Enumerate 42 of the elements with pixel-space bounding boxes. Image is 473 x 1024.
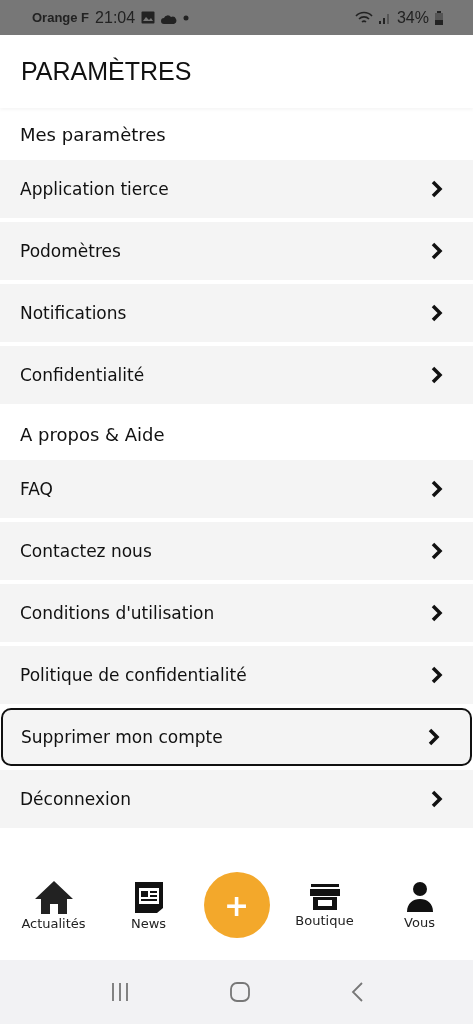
back-icon[interactable] bbox=[350, 982, 363, 1002]
section-title: Mes paramètres bbox=[19, 122, 167, 147]
chevron-right-icon bbox=[431, 790, 443, 808]
chevron-right-icon bbox=[431, 604, 443, 622]
settings-item[interactable]: Contactez nous bbox=[0, 522, 473, 580]
user-icon bbox=[405, 880, 434, 913]
clock-time: 21:04 bbox=[95, 8, 136, 27]
settings-item[interactable]: Notifications bbox=[0, 284, 473, 342]
newspaper-icon bbox=[132, 879, 165, 914]
settings-item[interactable]: Supprimer mon compte bbox=[1, 708, 472, 766]
chevron-right-icon bbox=[431, 242, 443, 260]
chevron-right-icon bbox=[428, 728, 440, 746]
chevron-right-icon bbox=[431, 304, 443, 322]
settings-item[interactable]: FAQ bbox=[0, 460, 473, 518]
image-icon bbox=[141, 11, 156, 24]
section-title: A propos & Aide bbox=[19, 422, 166, 447]
recent-apps-icon[interactable] bbox=[110, 982, 131, 1002]
settings-item[interactable]: Podomètres bbox=[0, 222, 473, 280]
shop-icon bbox=[308, 882, 341, 911]
home-icon bbox=[33, 879, 74, 914]
carrier-name: Orange F bbox=[32, 10, 90, 25]
signal-icon bbox=[378, 11, 391, 24]
battery-percentage: 34% bbox=[396, 8, 429, 27]
chevron-right-icon bbox=[431, 366, 443, 384]
page-title: PARAMÈTRES bbox=[21, 57, 192, 86]
battery-icon bbox=[435, 10, 443, 25]
chevron-right-icon bbox=[431, 666, 443, 684]
chevron-right-icon bbox=[431, 180, 443, 198]
settings-item[interactable]: Conditions d'utilisation bbox=[0, 584, 473, 642]
home-button-icon[interactable] bbox=[230, 982, 251, 1002]
chevron-right-icon bbox=[431, 480, 443, 498]
wifi-icon bbox=[354, 10, 373, 25]
tab-item[interactable]: News bbox=[108, 879, 189, 931]
chevron-right-icon bbox=[431, 542, 443, 560]
tab-item[interactable]: Actualités bbox=[13, 879, 94, 931]
settings-item[interactable]: Confidentialité bbox=[0, 346, 473, 404]
dot-icon bbox=[183, 14, 190, 21]
tab-item[interactable]: Boutique bbox=[284, 882, 365, 928]
tab-item[interactable]: Vous bbox=[379, 880, 460, 930]
settings-item[interactable]: Application tierce bbox=[0, 160, 473, 218]
settings-item[interactable]: Politique de confidentialité bbox=[0, 646, 473, 704]
settings-item[interactable]: Déconnexion bbox=[0, 770, 473, 828]
